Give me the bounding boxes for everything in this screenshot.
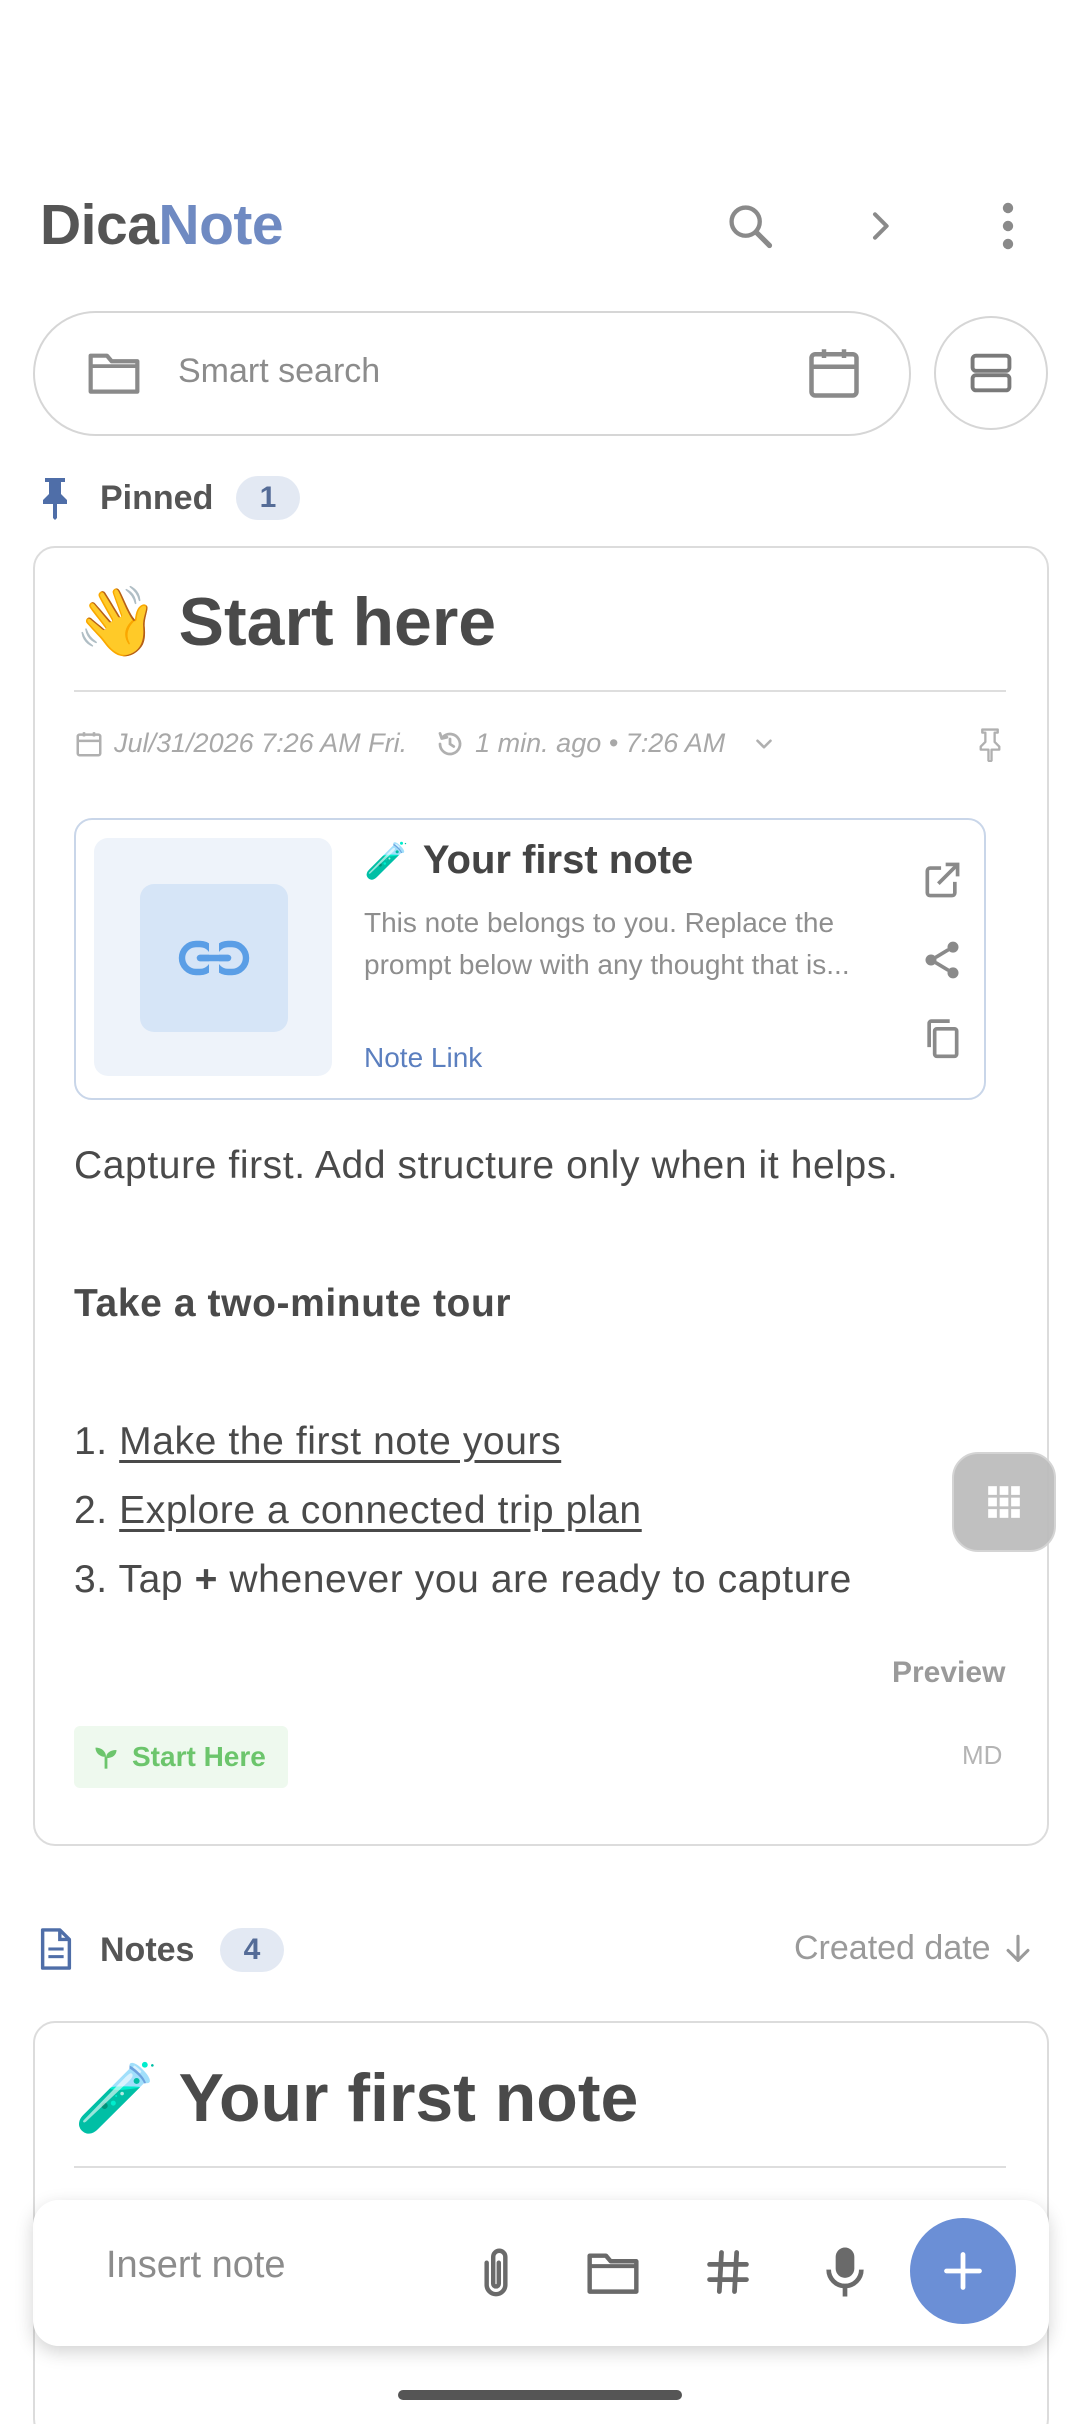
smart-search-bar[interactable] — [33, 311, 911, 436]
search-icon[interactable] — [714, 190, 786, 262]
note-card-emoji: 🧪 — [74, 2060, 159, 2136]
link-desc-line1: This note belongs to you. Replace the — [364, 907, 835, 938]
tour-step-1: 1. Make the first note yours — [74, 1420, 561, 1464]
more-vert-icon[interactable] — [972, 190, 1044, 262]
pin-outline-icon[interactable] — [976, 728, 1004, 762]
calendar-icon[interactable] — [804, 343, 864, 403]
folder-icon[interactable] — [573, 2232, 653, 2312]
wave-emoji: 👋 — [74, 584, 159, 660]
link-desc-line2: prompt below with any thought that is... — [364, 949, 850, 980]
view-toggle-button[interactable] — [934, 316, 1048, 430]
search-input[interactable]: Smart search — [178, 352, 380, 391]
notes-section-title: Notes — [100, 1931, 195, 1969]
sort-control[interactable]: Created date — [794, 1929, 1033, 1968]
tour-step-2: 2. Explore a connected trip plan — [74, 1489, 642, 1533]
link-icon — [140, 884, 288, 1032]
arrow-down-icon — [1003, 1932, 1033, 1966]
floating-grid-button[interactable] — [952, 1452, 1056, 1552]
mic-icon[interactable] — [805, 2232, 885, 2312]
tour-step-2-link[interactable]: Explore a connected trip plan — [119, 1489, 642, 1532]
sprout-icon — [92, 1743, 120, 1771]
share-icon[interactable] — [920, 938, 964, 982]
notes-count-badge: 4 — [220, 1928, 284, 1972]
pinned-count-badge: 1 — [236, 476, 300, 520]
folder-icon[interactable] — [86, 348, 142, 396]
note-card-title-text: Your first note — [178, 2060, 639, 2136]
format-indicator: MD — [962, 1740, 1003, 1770]
note-link-label[interactable]: Note Link — [364, 1042, 482, 1074]
note-date: Jul/31/2026 7:26 AM Fri. — [114, 728, 408, 758]
apps-grid-icon — [985, 1483, 1023, 1521]
expand-meta-icon[interactable] — [751, 731, 777, 757]
note-tag-label: Start Here — [132, 1741, 266, 1772]
insert-note-input[interactable]: Insert note — [106, 2244, 286, 2287]
link-preview-title-text: Your first note — [422, 838, 694, 882]
attach-icon[interactable] — [456, 2232, 536, 2312]
pin-icon — [38, 476, 72, 520]
tour-step-2-num: 2. — [74, 1489, 108, 1532]
hashtag-icon[interactable] — [688, 2232, 768, 2312]
tour-step-3-plus: + — [194, 1558, 218, 1601]
add-note-fab[interactable] — [910, 2218, 1016, 2324]
logo-part2: Note — [158, 193, 284, 257]
note-card-divider — [74, 2166, 1006, 2168]
tour-step-3-pre: Tap — [118, 1558, 195, 1601]
tour-step-3-post: whenever you are ready to capture — [217, 1558, 852, 1601]
link-preview-description: This note belongs to you. Replace the pr… — [364, 902, 864, 986]
tour-step-1-num: 1. — [74, 1420, 108, 1463]
note-updated: 1 min. ago • 7:26 AM — [475, 728, 726, 758]
link-preview-title: 🧪 Your first note — [364, 838, 693, 883]
copy-icon[interactable] — [920, 1016, 964, 1060]
test-tube-emoji: 🧪 — [364, 839, 409, 881]
app-logo: DicaNote — [40, 192, 284, 258]
view-agenda-icon — [965, 347, 1017, 399]
title-divider — [74, 690, 1006, 692]
tour-step-3-num: 3. — [74, 1558, 108, 1601]
open-external-icon[interactable] — [920, 858, 964, 902]
tour-step-3: 3. Tap + whenever you are ready to captu… — [74, 1558, 852, 1602]
sort-label: Created date — [794, 1929, 991, 1967]
note-tag[interactable]: Start Here — [74, 1726, 288, 1788]
home-indicator[interactable] — [398, 2390, 682, 2400]
note-body-intro: Capture first. Add structure only when i… — [74, 1144, 899, 1187]
history-icon — [435, 729, 465, 759]
note-card-title[interactable]: 🧪 Your first note — [74, 2058, 638, 2138]
pinned-note-title[interactable]: 👋 Start here — [74, 582, 496, 662]
preview-toggle[interactable]: Preview — [892, 1656, 1005, 1690]
document-icon — [38, 1928, 74, 1970]
logo-part1: Dica — [40, 193, 159, 257]
note-meta-row: Jul/31/2026 7:26 AM Fri. 1 min. ago • 7:… — [74, 728, 777, 759]
pinned-section-title: Pinned — [100, 479, 214, 517]
pinned-note-title-text: Start here — [178, 584, 497, 660]
calendar-small-icon — [74, 729, 104, 759]
add-icon — [941, 2249, 985, 2293]
note-body-heading: Take a two-minute tour — [74, 1282, 512, 1325]
chevron-right-icon[interactable] — [844, 190, 916, 262]
tour-step-1-link[interactable]: Make the first note yours — [119, 1420, 561, 1463]
